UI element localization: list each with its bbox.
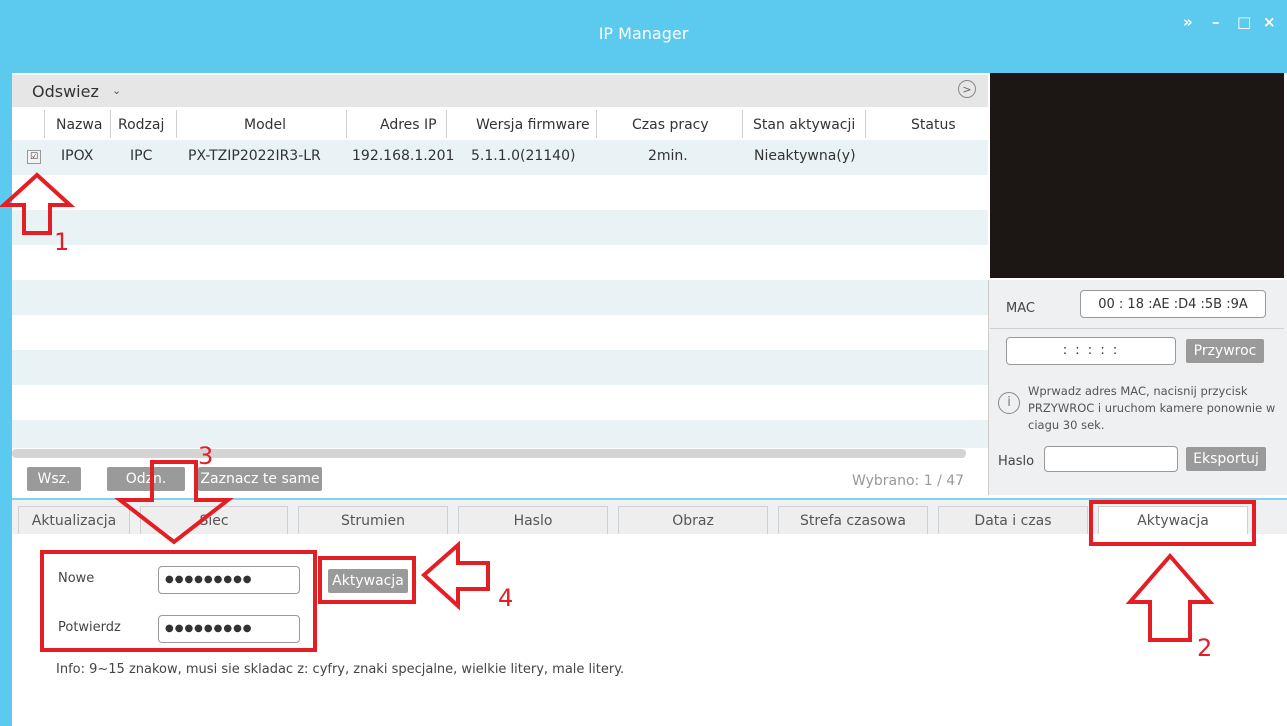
annotation-number-3: 3 (198, 442, 214, 470)
arrow-up-icon (1125, 552, 1215, 642)
annotation-arrows (0, 172, 1215, 642)
arrow-up-icon (0, 172, 76, 235)
arrow-left-icon (421, 540, 490, 611)
annotation-number-2: 2 (1197, 634, 1213, 662)
annotation-number-4: 4 (498, 584, 514, 612)
arrow-down-icon (114, 460, 234, 545)
annotation-number-1: 1 (54, 228, 70, 256)
